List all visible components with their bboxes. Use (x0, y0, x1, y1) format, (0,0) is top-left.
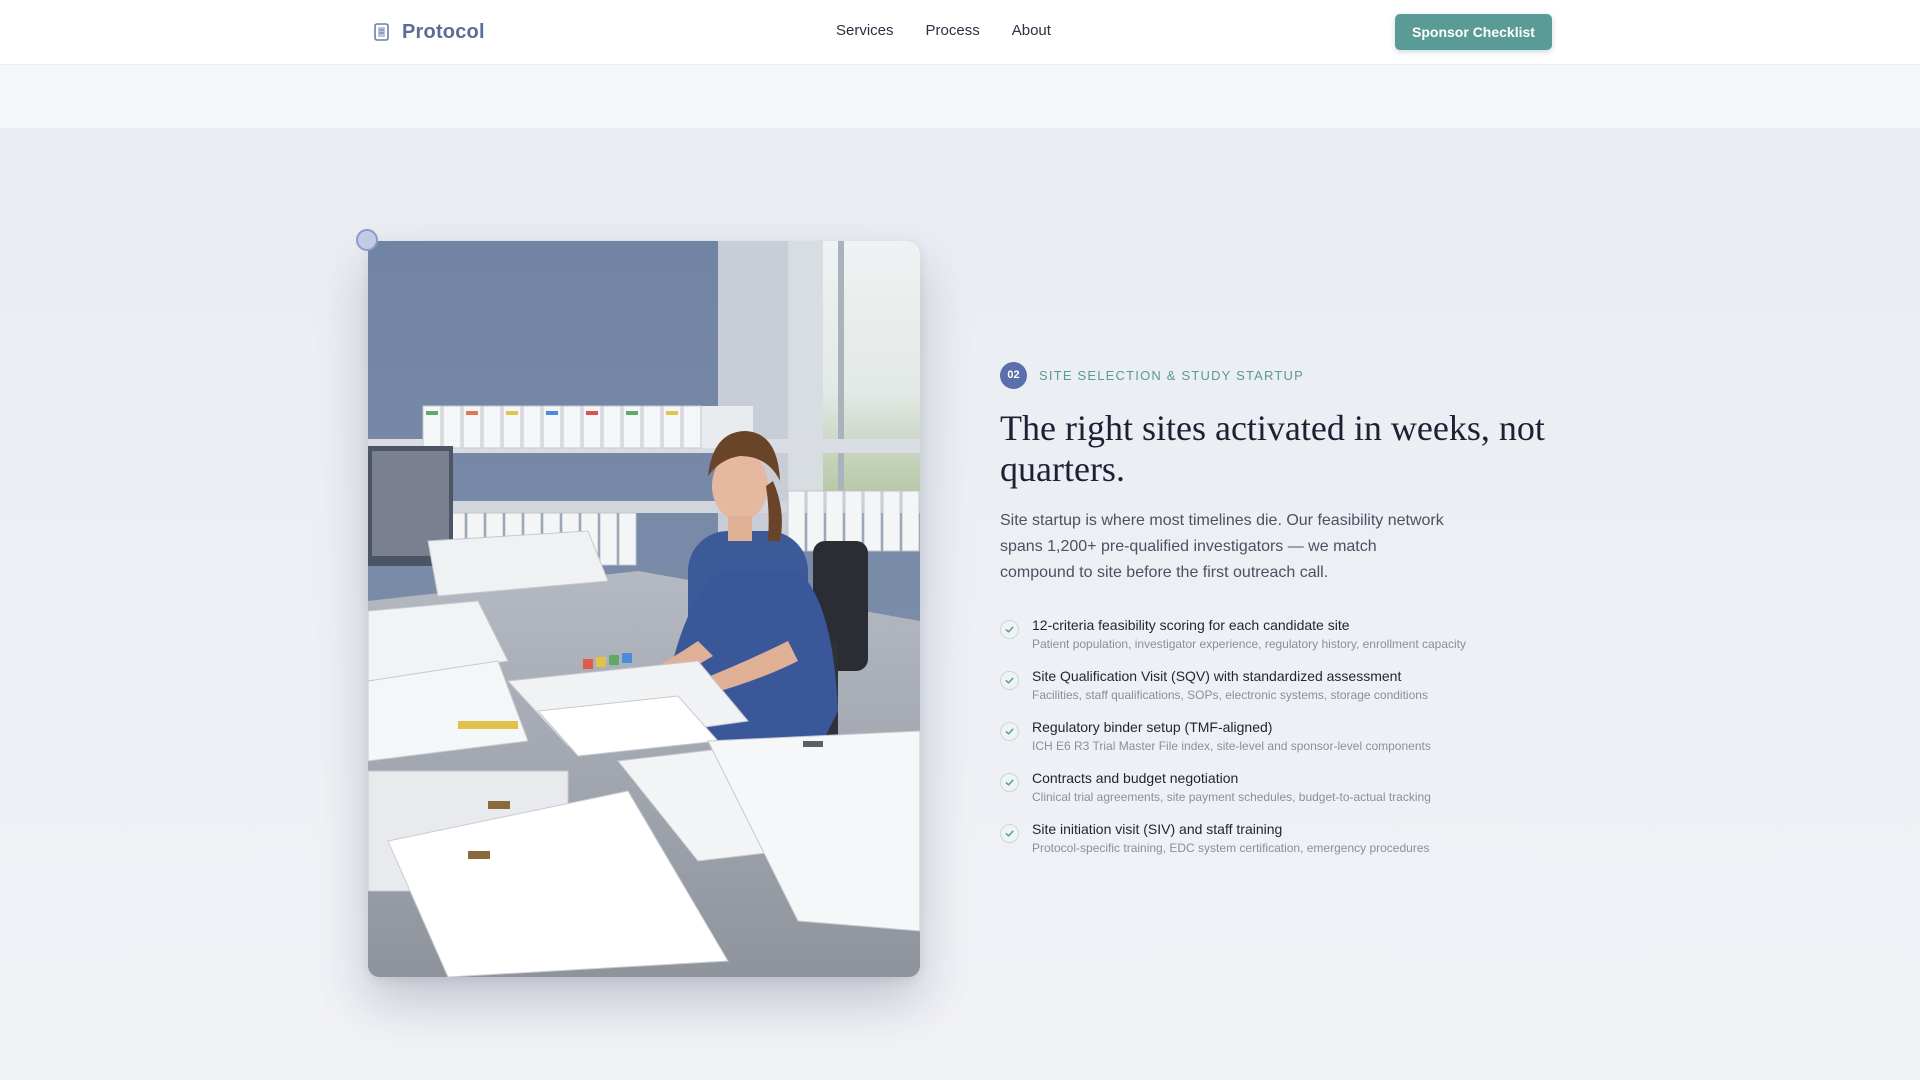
check-icon (1000, 620, 1019, 639)
feature-item: Contracts and budget negotiation Clinical… (1000, 769, 1560, 820)
decorative-dot (356, 229, 378, 251)
nav-about[interactable]: About (1012, 22, 1051, 39)
step-badge: 02 (1000, 361, 1027, 389)
nav-services[interactable]: Services (836, 22, 894, 39)
site-header: Protocol Services Process About Sponsor … (0, 0, 1920, 64)
feature-detail: Patient population, investigator experie… (1032, 637, 1467, 651)
office-illustration (368, 241, 920, 977)
document-stack-icon (374, 23, 389, 41)
main-nav: Services Process About (836, 22, 1051, 39)
feature-title: Contracts and budget negotiation (1032, 770, 1239, 786)
section-lede: Site startup is where most timelines die… (1000, 512, 1444, 581)
logo-text: Protocol (402, 20, 485, 43)
binder-shelf-top (422, 405, 753, 449)
section-eyebrow: 02 SITE SELECTION & STUDY STARTUP (1000, 361, 1560, 389)
feature-item: Regulatory binder setup (TMF-aligned) ICH… (1000, 718, 1560, 769)
feature-title: Site initiation visit (SIV) and staff tr… (1032, 821, 1283, 837)
feature-detail: Facilities, staff qualifications, SOPs, … (1032, 688, 1428, 702)
check-icon (1000, 824, 1019, 843)
feature-detail: Protocol-specific training, EDC system c… (1032, 841, 1430, 855)
section-content: 02 SITE SELECTION & STUDY STARTUP The ri… (1000, 361, 1560, 871)
sponsor-checklist-button[interactable]: Sponsor Checklist (1395, 14, 1552, 50)
feature-list: 12-criteria feasibility scoring for each… (1000, 616, 1560, 871)
feature-title: Site Qualification Visit (SQV) with stan… (1032, 668, 1402, 684)
check-icon (1000, 671, 1019, 690)
header-band (0, 64, 1920, 128)
eyebrow-text: SITE SELECTION & STUDY STARTUP (1039, 367, 1304, 383)
feature-item: Site initiation visit (SIV) and staff tr… (1000, 820, 1560, 871)
feature-item: Site Qualification Visit (SQV) with stan… (1000, 667, 1560, 718)
feature-title: 12-criteria feasibility scoring for each… (1032, 617, 1350, 633)
feature-item: 12-criteria feasibility scoring for each… (1000, 616, 1560, 667)
feature-title: Regulatory binder setup (TMF-aligned) (1032, 719, 1273, 735)
site-selection-section (0, 128, 1920, 1080)
feature-detail: ICH E6 R3 Trial Master File index, site-… (1032, 739, 1431, 753)
check-icon (1000, 773, 1019, 792)
feature-detail: Clinical trial agreements, site payment … (1032, 790, 1431, 804)
office-photo (368, 241, 920, 977)
section-headline: The right sites activated in weeks, not … (1000, 408, 1545, 489)
check-icon (1000, 722, 1019, 741)
nav-process[interactable]: Process (926, 22, 980, 39)
logo[interactable]: Protocol (372, 20, 485, 44)
